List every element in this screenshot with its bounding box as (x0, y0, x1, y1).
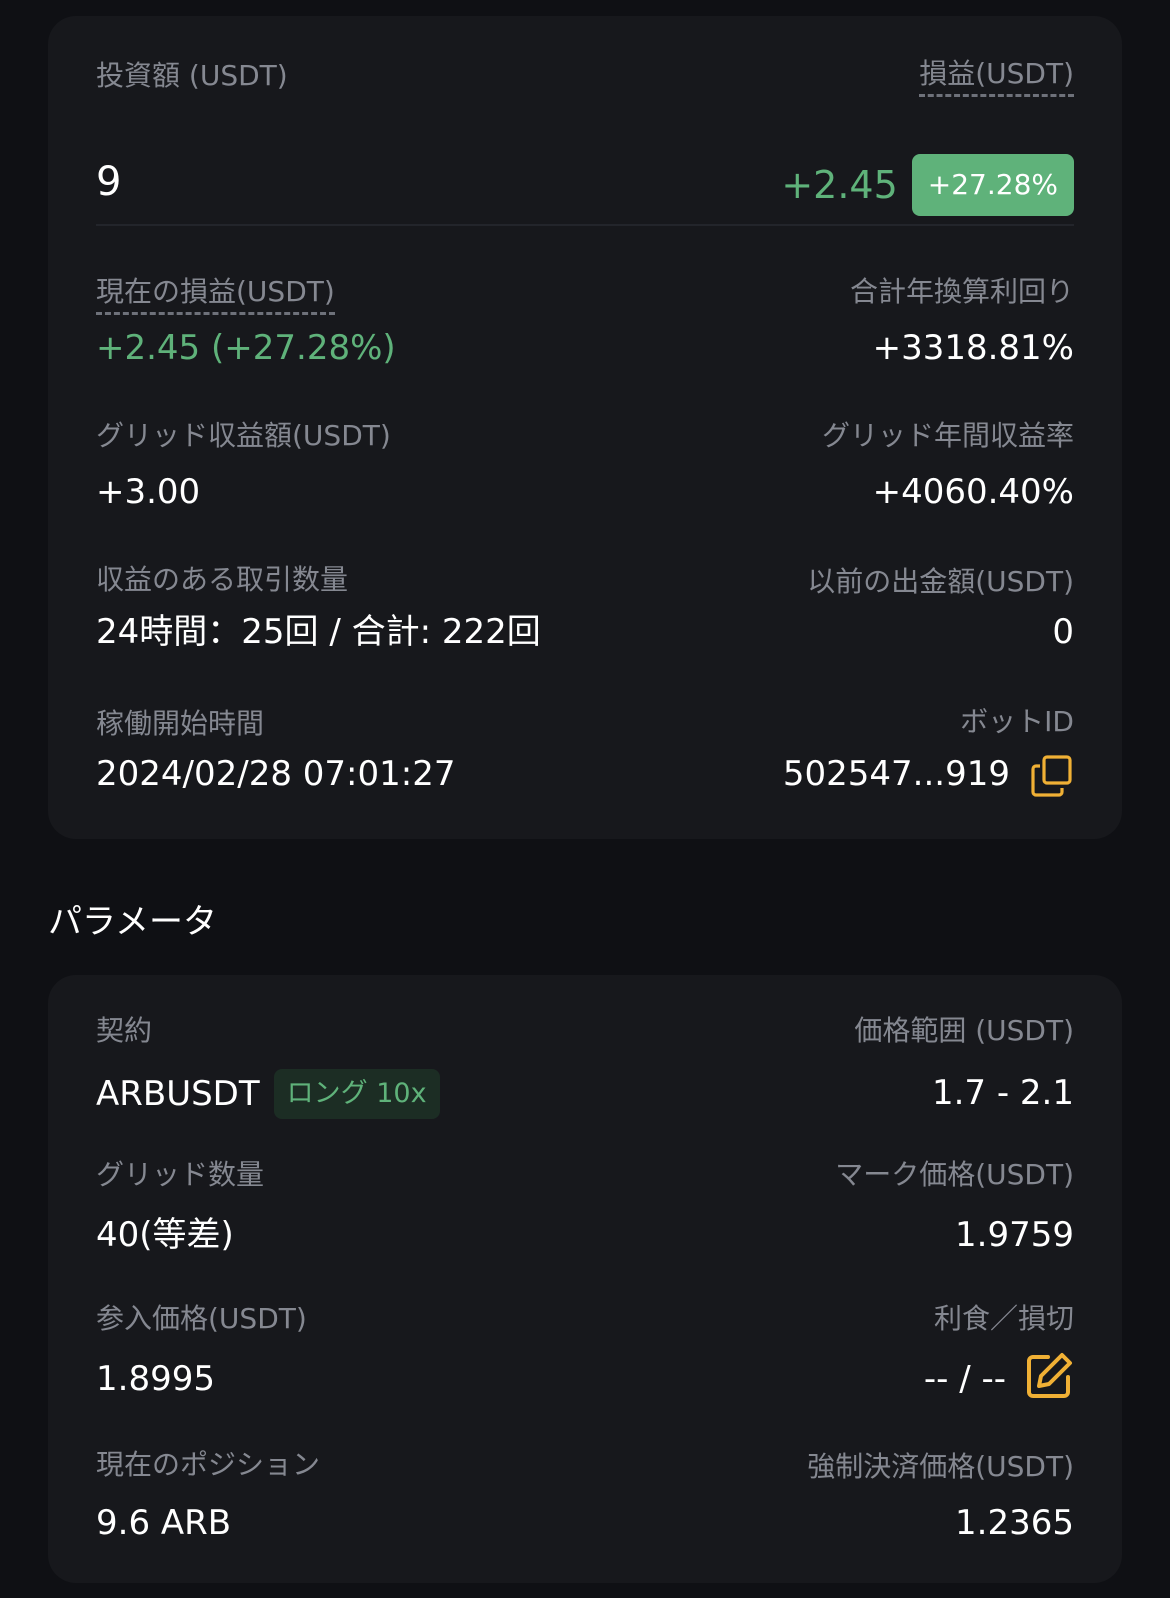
entry-price-value: 1.8995 (96, 1359, 215, 1399)
grid-apr-label: グリッド年間収益率 (821, 419, 1074, 452)
investment-value: 9 (96, 159, 122, 205)
grid-profit-value: +3.00 (96, 472, 201, 512)
pnl-percent-badge: +27.28% (911, 154, 1074, 216)
current-pnl-value: +2.45 (+27.28%) (96, 328, 396, 368)
position-row: 現在のポジション 9.6 ARB 強制決済価格(USDT) 1.2365 (96, 1447, 1074, 1547)
profitable-trades-label: 収益のある取引数量 (96, 563, 349, 596)
liq-price-value: 1.2365 (955, 1503, 1074, 1543)
contract-row: 契約 ARBUSDT ロング 10x 価格範囲 (USDT) 1.7 - 2.1 (96, 1013, 1074, 1123)
grid-count-label: グリッド数量 (96, 1158, 265, 1191)
position-label: 現在のポジション (96, 1448, 321, 1481)
pnl-label[interactable]: 損益(USDT) (919, 57, 1074, 97)
direction-leverage-badge: ロング 10x (273, 1069, 440, 1119)
bot-id-label: ボットID (960, 705, 1074, 738)
withdrawn-value: 0 (1052, 612, 1074, 652)
mark-price-label: マーク価格(USDT) (835, 1158, 1074, 1191)
entry-price-label: 参入価格(USDT) (96, 1302, 307, 1335)
trades-row: 収益のある取引数量 24時間：25回 / 合計: 222回 以前の出金額(USD… (96, 562, 1074, 662)
grid-profit-label: グリッド収益額(USDT) (96, 419, 391, 452)
grid-count-value: 40(等差) (96, 1215, 234, 1255)
investment-pnl-row: 投資額 (USDT) 9 損益(USDT) +2.45 +27.28% (96, 56, 1074, 216)
position-value: 9.6 ARB (96, 1503, 232, 1543)
grid-count-row: グリッド数量 40(等差) マーク価格(USDT) 1.9759 (96, 1157, 1074, 1257)
parameters-section-title: パラメータ (48, 902, 217, 942)
price-range-value: 1.7 - 2.1 (931, 1073, 1074, 1113)
edit-icon[interactable] (1024, 1351, 1074, 1401)
start-time-value: 2024/02/28 07:01:27 (96, 754, 456, 794)
copy-icon[interactable] (1030, 754, 1074, 798)
pnl-display: +2.45 +27.28% (781, 154, 1074, 216)
pnl-value: +2.45 (781, 163, 898, 207)
divider (96, 224, 1074, 226)
price-range-label: 価格範囲 (USDT) (854, 1014, 1074, 1047)
grid-apr-value: +4060.40% (872, 472, 1074, 512)
tpsl-group: -- / -- (874, 1351, 1074, 1403)
start-time-label: 稼働開始時間 (96, 707, 265, 740)
profitable-trades-value: 24時間：25回 / 合計: 222回 (96, 612, 541, 652)
investment-label: 投資額 (USDT) (96, 59, 288, 92)
total-apr-value: +3318.81% (872, 328, 1074, 368)
grid-profit-row: グリッド収益額(USDT) +3.00 グリッド年間収益率 +4060.40% (96, 418, 1074, 518)
current-pnl-row: 現在の損益(USDT) +2.45 (+27.28%) 合計年換算利回り +33… (96, 274, 1074, 374)
tpsl-value: -- / -- (923, 1359, 1006, 1399)
current-pnl-label[interactable]: 現在の損益(USDT) (96, 275, 335, 315)
contract-line: ARBUSDT ロング 10x (96, 1069, 440, 1119)
pnl-label-tooltip[interactable]: 損益(USDT) (919, 56, 1074, 97)
bot-summary-card: 投資額 (USDT) 9 損益(USDT) +2.45 +27.28% 現在の損… (48, 16, 1122, 839)
parameters-card: 契約 ARBUSDT ロング 10x 価格範囲 (USDT) 1.7 - 2.1… (48, 975, 1122, 1583)
liq-price-label: 強制決済価格(USDT) (807, 1450, 1074, 1483)
mark-price-value: 1.9759 (955, 1215, 1074, 1255)
total-apr-label: 合計年換算利回り (849, 275, 1074, 308)
contract-value: ARBUSDT (96, 1074, 260, 1114)
contract-label: 契約 (96, 1014, 153, 1047)
tpsl-label: 利食／損切 (933, 1302, 1074, 1335)
bot-id-group: 502547...919 (774, 752, 1074, 798)
withdrawn-label: 以前の出金額(USDT) (807, 565, 1074, 598)
entry-price-row: 参入価格(USDT) 1.8995 利食／損切 -- / -- (96, 1301, 1074, 1401)
start-time-row: 稼働開始時間 2024/02/28 07:01:27 ボットID 502547.… (96, 705, 1074, 806)
bot-id-value: 502547...919 (782, 754, 1010, 794)
current-pnl-label-tooltip[interactable]: 現在の損益(USDT) (96, 274, 335, 315)
